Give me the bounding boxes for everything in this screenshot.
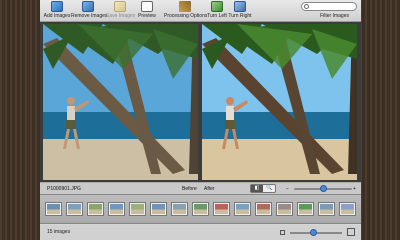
turn-right-icon — [234, 1, 246, 12]
save-images-button[interactable]: Save Images — [106, 1, 135, 19]
filmstrip-thumbnail[interactable] — [213, 202, 230, 216]
zoom-view-icon[interactable]: 🔍 — [264, 185, 275, 192]
filmstrip-thumbnail[interactable] — [129, 202, 146, 216]
processing-options-button[interactable]: Processing Options — [164, 1, 207, 19]
preview-icon — [141, 1, 153, 12]
filmstrip-thumbnail[interactable] — [87, 202, 104, 216]
processing-options-icon — [179, 1, 191, 12]
filter-images-label: Filter Images — [320, 13, 349, 19]
filmstrip-thumbnail[interactable] — [297, 202, 314, 216]
zoom-out-label: − — [286, 186, 289, 192]
image-filename: P1000901.JPG — [47, 186, 81, 192]
thumbnail-size-knob[interactable] — [309, 229, 317, 236]
add-images-icon — [51, 1, 63, 12]
turn-right-button[interactable]: Turn Right — [228, 1, 252, 19]
filmstrip — [40, 194, 361, 224]
turn-left-button[interactable]: Turn Left — [206, 1, 228, 19]
save-images-icon — [114, 1, 126, 12]
after-label: After — [204, 186, 215, 192]
filmstrip-thumbnail[interactable] — [192, 202, 209, 216]
image-info-bar: P1000901.JPG Before After ◧ 🔍 − + — [40, 182, 361, 194]
desktop-background-right — [360, 0, 400, 240]
filmstrip-thumbnail[interactable] — [66, 202, 83, 216]
turn-left-icon — [211, 1, 223, 12]
before-image — [43, 24, 198, 180]
zoom-slider[interactable] — [294, 185, 352, 192]
preview-button[interactable]: Preview — [138, 1, 156, 19]
filmstrip-thumbnail[interactable] — [318, 202, 335, 216]
remove-images-icon — [82, 1, 94, 12]
search-icon — [304, 4, 309, 9]
filmstrip-thumbnail[interactable] — [255, 202, 272, 216]
status-bar: 15 images — [40, 225, 361, 240]
filmstrip-thumbnail[interactable] — [108, 202, 125, 216]
small-size-icon — [280, 230, 285, 235]
filmstrip-thumbnail[interactable] — [150, 202, 167, 216]
zoom-slider-knob[interactable] — [319, 185, 327, 192]
filmstrip-thumbnail[interactable] — [45, 202, 62, 216]
filter-search-field[interactable] — [301, 2, 357, 11]
filmstrip-thumbnail[interactable] — [171, 202, 188, 216]
app-window: Add Images Remove Images Save Images Pre… — [40, 0, 361, 240]
add-images-button[interactable]: Add Images — [43, 1, 71, 19]
split-view-icon[interactable]: ◧ — [251, 185, 263, 192]
filmstrip-thumbnail[interactable] — [276, 202, 293, 216]
remove-images-button[interactable]: Remove Images — [71, 1, 107, 19]
before-label: Before — [182, 186, 197, 192]
toolbar: Add Images Remove Images Save Images Pre… — [40, 0, 361, 22]
large-size-icon — [347, 228, 355, 236]
preview-area — [40, 22, 361, 182]
filmstrip-thumbnail[interactable] — [234, 202, 251, 216]
after-image — [202, 24, 357, 180]
zoom-in-label: + — [353, 186, 356, 192]
desktop-background-left — [0, 0, 40, 240]
view-mode-toggle[interactable]: ◧ 🔍 — [250, 184, 276, 193]
thumbnail-size-slider[interactable] — [290, 229, 342, 236]
image-count: 15 images — [47, 229, 71, 235]
filmstrip-thumbnail[interactable] — [339, 202, 356, 216]
